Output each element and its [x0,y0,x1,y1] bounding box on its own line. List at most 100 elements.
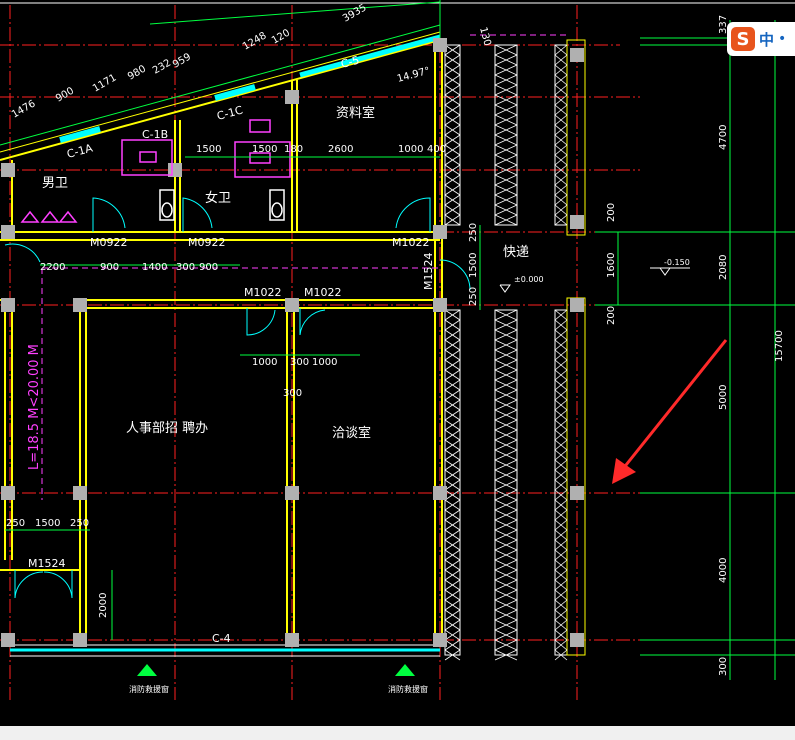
column-14 [285,486,299,500]
right-dimension-lines [595,20,795,680]
dim-inner-200-a: 200 [606,203,617,222]
column-8 [73,298,87,312]
column-4 [570,48,584,62]
column-16 [570,486,584,500]
ime-language-toggle[interactable]: 中 [759,29,774,50]
dim-row1-4: 2600 [328,144,353,155]
column-18 [73,633,87,647]
dim-slope-2: 900 [54,86,76,105]
window-c1a: C-1A [65,141,94,160]
door-m0922-a: M0922 [90,236,128,249]
dim-300-mid: 300 [283,388,302,399]
dim-total: 15700 [774,330,785,362]
dim-right-300: 300 [718,657,729,676]
door-m1022-right: M1022 [304,286,342,299]
column-11 [570,298,584,312]
column-0 [1,163,15,177]
dim-row2-5: 900 [199,262,218,273]
dim-row1-3: 180 [284,144,303,155]
dim-130: 130 [477,26,493,47]
dim-row1-1: 1500 [196,144,221,155]
dim-slope-6: 959 [171,52,193,71]
dim-row1-5: 1000 [398,144,423,155]
column-22 [570,215,584,229]
column-3 [433,38,447,52]
dim-door-3: 1000 [312,357,337,368]
room-mens-wc: 男卫 [42,176,68,191]
dim-right-4000: 4000 [718,558,729,583]
dim-row2-4: 300 [176,262,195,273]
dim-slope-total: 3935 [341,2,369,24]
dim-right-2080: 2080 [718,255,729,280]
corridor-dashed [41,34,570,500]
rescue-window-2: 消防救援窗 [388,684,428,694]
dim-row1-2: 1500 [252,144,277,155]
elev-neg: -0.150 [664,258,690,267]
door-m1022-top: M1022 [392,236,430,249]
dim-express-1: 250 [468,223,479,242]
dim-door-1: 1000 [252,357,277,368]
column-13 [73,486,87,500]
column-15 [433,486,447,500]
window-c1b: C-1B [142,128,168,141]
sogou-logo-icon[interactable]: S [731,27,755,51]
column-10 [433,298,447,312]
dim-left-bottom-1: 250 [6,518,25,529]
door-swings [4,197,471,599]
column-19 [285,633,299,647]
dim-express-2: 1500 [468,253,479,278]
column-21 [570,633,584,647]
dim-row2-1: 2200 [40,262,65,273]
door-m0922-b: M0922 [188,236,226,249]
dimension-rows [5,156,481,640]
dim-express-3: 250 [468,287,479,306]
room-archive: 资料室 [336,105,375,121]
dim-door-2: 300 [290,357,309,368]
dim-left-bottom-3: 250 [70,518,89,529]
dim-row2-3: 1400 [142,262,167,273]
dim-right-5000: 5000 [718,385,729,410]
column-12 [1,486,15,500]
column-5 [1,225,15,239]
room-meeting: 洽谈室 [332,425,371,441]
dim-inner-1600: 1600 [606,253,617,278]
dim-slope-4: 980 [126,64,148,83]
window-c1c: C-1C [215,103,244,122]
column-2 [285,90,299,104]
column-7 [1,298,15,312]
input-method-toolbar[interactable]: S 中 • [727,22,795,56]
column-17 [1,633,15,647]
axis-grid [0,5,640,700]
red-arrow [612,339,728,484]
dim-slope-8: 120 [270,28,292,47]
room-express: 快递 [503,245,529,260]
ime-punctuation-icon[interactable]: • [778,31,786,47]
room-hr-office: 人事部招 聘办 [126,421,208,436]
rescue-window-markers [137,664,415,676]
door-m1524-right: M1524 [422,253,435,291]
column-20 [433,633,447,647]
door-m1022-left: M1022 [244,286,282,299]
corridor-length-note: L=18.5 M<20.00 M [27,344,42,470]
dim-left-bottom-2: 1500 [35,518,60,529]
elev-zero: ±0.000 [514,275,544,284]
column-9 [285,298,299,312]
dim-slope-5: 232 [151,58,173,77]
column-6 [433,225,447,239]
dim-slope-1: 1476 [10,98,38,120]
dim-angle: 14.97° [396,66,431,85]
dim-row2-2: 900 [100,262,119,273]
cad-drawing-canvas[interactable]: 男卫 女卫 资料室 人事部招 聘办 洽谈室 快递 C-1A C-1B C-1C … [0,0,795,740]
sloped-wall [0,0,441,161]
dim-slope-3: 1171 [91,72,119,94]
walls [0,40,443,645]
rescue-window-1: 消防救援窗 [129,684,169,694]
door-m1524-left: M1524 [28,557,66,570]
window-c4: C-4 [212,632,231,645]
truss-hatching [444,44,568,661]
dim-inner-200-b: 200 [606,306,617,325]
dim-slope-7: 1248 [241,30,269,52]
window-c5: C-5 [339,54,360,71]
room-womens-wc: 女卫 [205,190,231,206]
dim-right-4700: 4700 [718,125,729,150]
